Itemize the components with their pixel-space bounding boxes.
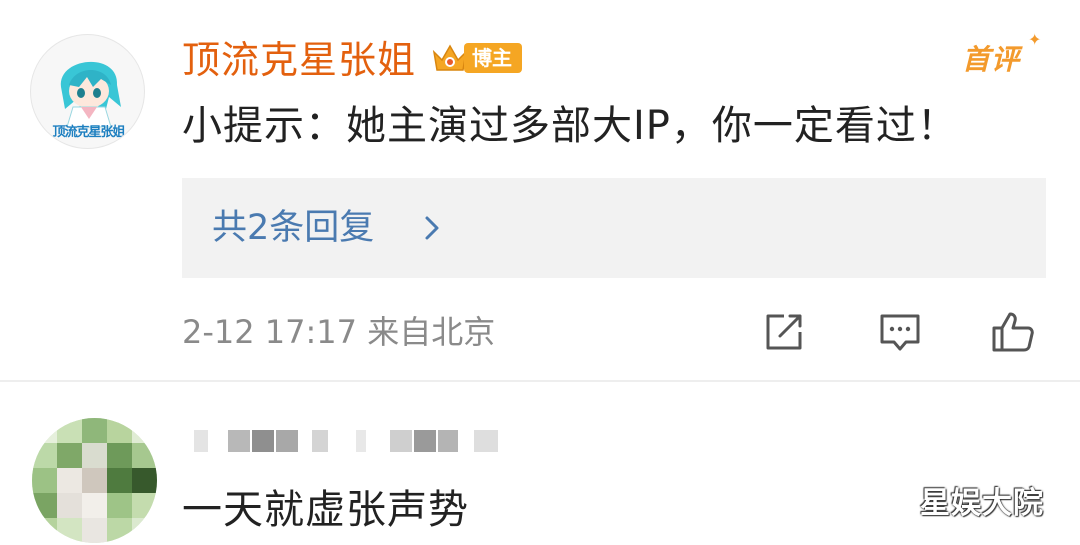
avatar-caption: 顶流克星张姐: [52, 125, 125, 140]
comment-item: 一天就虚张声势: [0, 382, 1080, 545]
comment-text: 小提示：她主演过多部大IP，你一定看过！: [182, 103, 958, 149]
comment-item: 顶流克星张姐 顶流克星张姐 博主 首评 ✦ 小提示：她主演过多部大IP，你一定看…: [0, 0, 1080, 380]
chevron-right-icon: [425, 216, 439, 240]
first-comment-tag: 首评: [962, 43, 1021, 76]
watermark: 星娱大院: [920, 486, 1044, 521]
comment-icon[interactable]: [876, 308, 924, 356]
username[interactable]: 顶流克星张姐: [182, 36, 416, 84]
replies-panel[interactable]: 共2条回复: [182, 178, 1046, 278]
comment-text: 一天就虚张声势: [182, 487, 469, 533]
avatar[interactable]: 顶流克星张姐: [30, 34, 145, 149]
sparkle-icon: ✦: [1028, 30, 1042, 49]
comment-meta: 2-12 17:17 来自北京: [182, 313, 496, 351]
replies-link[interactable]: 共2条回复: [212, 204, 374, 252]
blurred-username[interactable]: [194, 430, 504, 452]
like-icon[interactable]: [988, 308, 1036, 356]
blogger-badge[interactable]: 博主: [430, 40, 522, 76]
badge-label: 博主: [464, 43, 522, 73]
avatar[interactable]: [32, 418, 157, 543]
share-icon[interactable]: [760, 308, 808, 356]
